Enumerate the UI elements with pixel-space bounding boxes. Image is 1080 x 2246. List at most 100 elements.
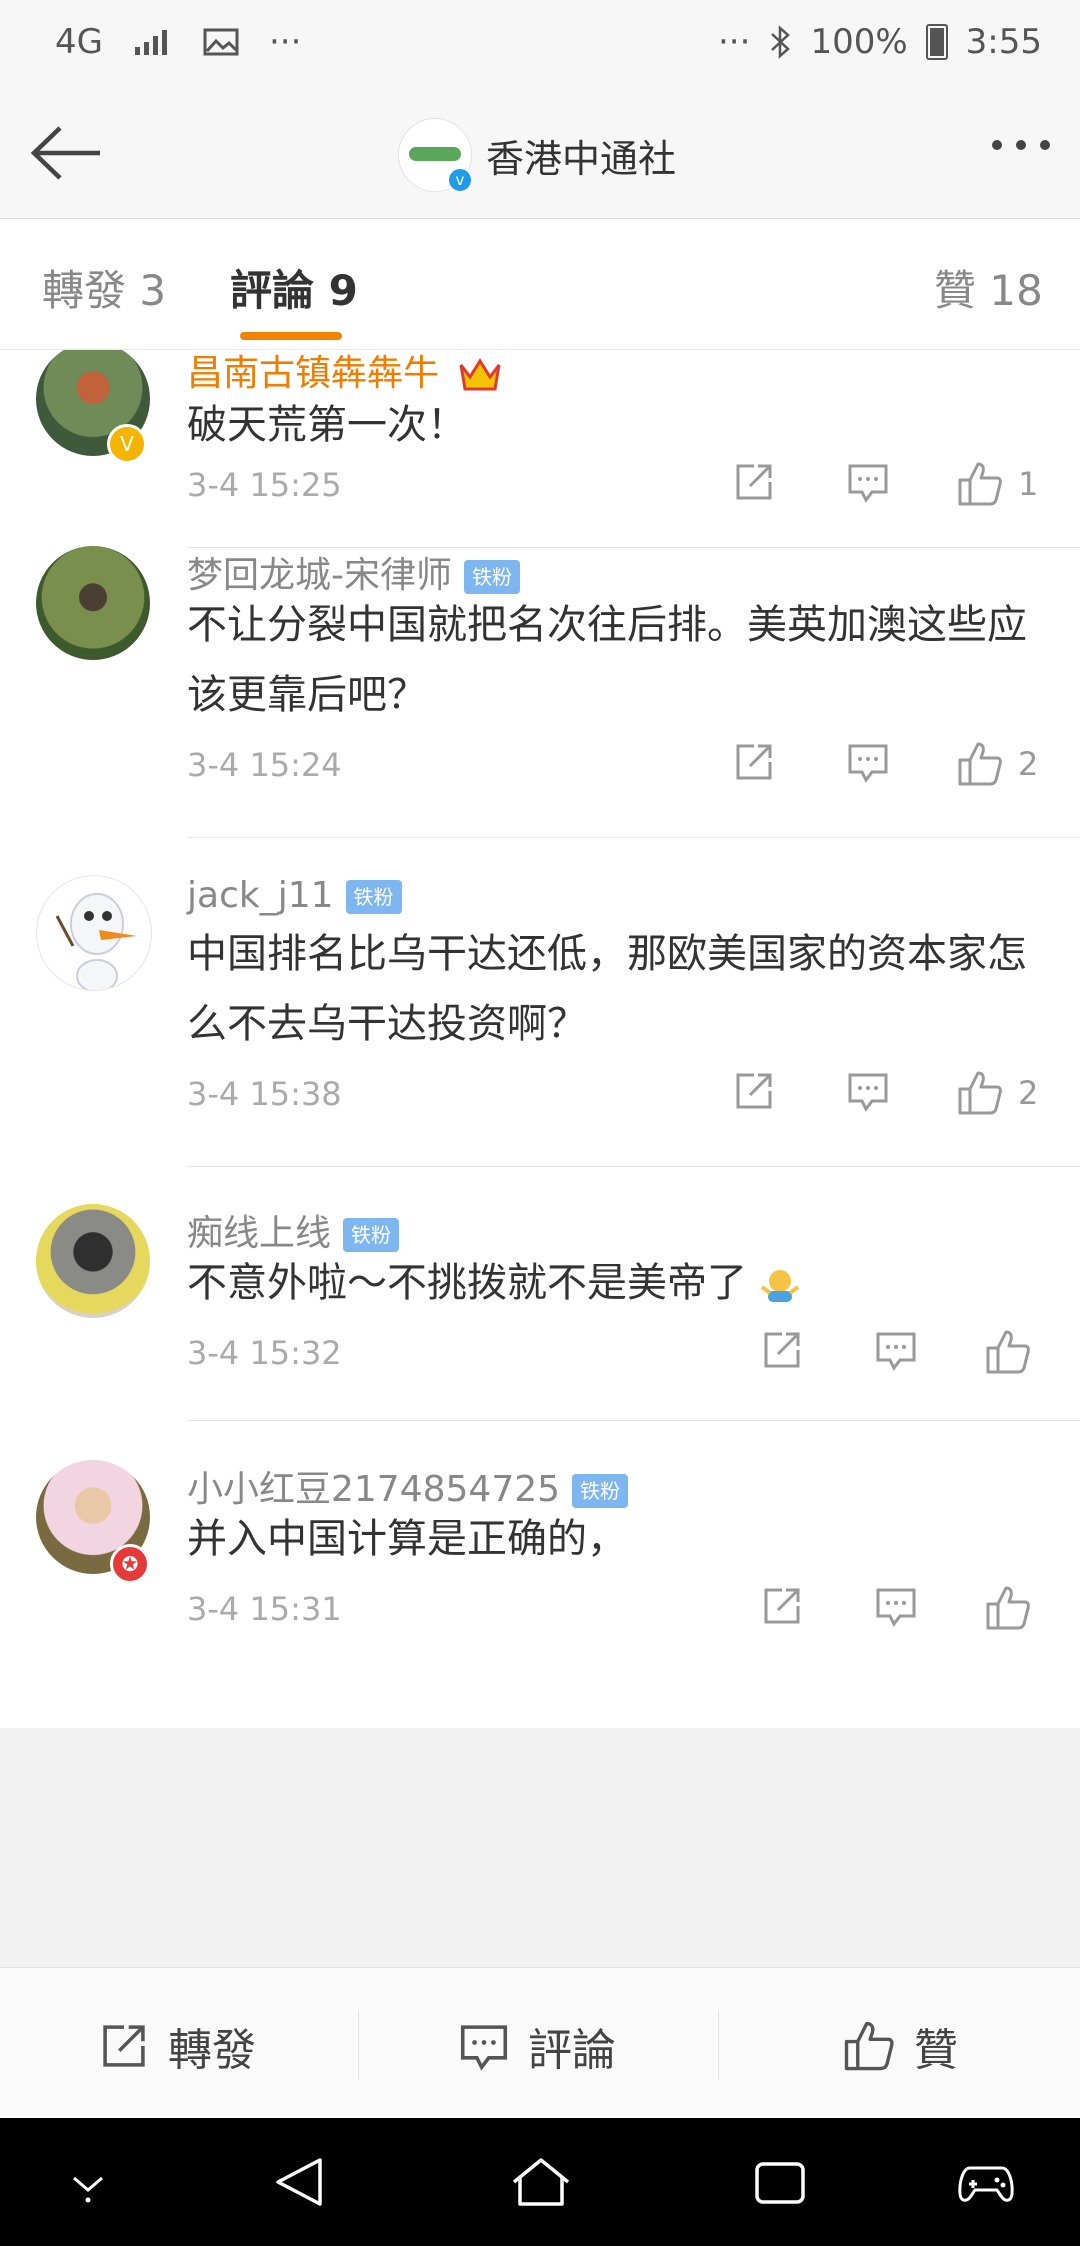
repost-button[interactable] (760, 1328, 804, 1372)
repost-button[interactable] (760, 1584, 804, 1628)
thumbs-up-icon (958, 742, 1002, 786)
comment-text: 中国排名比乌干达还低，那欧美国家的资本家怎么不去乌干达投资啊？ (187, 931, 1027, 1047)
shrug-emoji-icon (760, 1270, 799, 1302)
comment-text: 不让分裂中国就把名次往后排。美英加澳这些应该更靠后吧？ (187, 602, 1027, 718)
account-logo (409, 147, 461, 161)
comment-text: 破天荒第一次！ (187, 402, 467, 448)
tab-likes[interactable]: 贊 18 (934, 257, 1043, 318)
repost-icon (736, 1073, 772, 1109)
thumbs-up-icon (958, 462, 1002, 506)
system-navigation-bar (0, 2118, 1080, 2246)
recents-icon (755, 2162, 805, 2204)
battery-percent: 100% (810, 22, 908, 62)
avatar[interactable] (36, 1204, 150, 1318)
avatar[interactable] (36, 875, 152, 991)
comment-text: 不意外啦～不挑拨就不是美帝了 (187, 1248, 1046, 1318)
like-button[interactable]: 2 (956, 1069, 1038, 1117)
reply-button[interactable] (874, 1328, 918, 1372)
like-action-button[interactable]: 贊 (842, 2014, 958, 2078)
reply-button[interactable] (846, 1069, 890, 1113)
thumbs-up-icon (844, 2021, 894, 2071)
thumbs-up-icon (986, 1330, 1030, 1374)
like-button[interactable]: 1 (956, 460, 1038, 508)
hide-keyboard-button[interactable] (66, 2152, 110, 2216)
reply-button[interactable] (846, 740, 890, 784)
username-text: 昌南古镇犇犇牛 (187, 353, 440, 394)
tab-comments[interactable]: 評論 9 (230, 257, 358, 318)
snowman-avatar-image (55, 893, 137, 990)
game-mode-button[interactable] (956, 2152, 1016, 2216)
status-bar: 4G ··· ··· 100% 3:55 (0, 0, 1080, 90)
more-icon (992, 140, 1002, 150)
comment-username[interactable]: jack_j11 铁粉 (187, 875, 402, 916)
tab-reposts[interactable]: 轉發 3 (42, 257, 166, 318)
chevron-down-icon (73, 2176, 103, 2203)
comment-time: 3-4 15:31 (187, 1590, 342, 1628)
comment-icon (848, 464, 888, 503)
bottom-action-bar: 轉發 評論 贊 (0, 1967, 1080, 2118)
repost-label: 轉發 (168, 2025, 256, 2076)
fan-tag: 铁粉 (343, 1218, 400, 1252)
like-count: 1 (1018, 465, 1039, 503)
reply-button[interactable] (846, 460, 890, 504)
more-options-button[interactable] (992, 140, 1050, 150)
image-icon (203, 28, 239, 56)
verified-badge-icon: v (447, 167, 473, 193)
system-home-button[interactable] (510, 2152, 572, 2216)
system-back-button[interactable] (272, 2152, 326, 2216)
repost-icon (103, 2025, 145, 2067)
repost-action-button[interactable]: 轉發 (98, 2014, 256, 2078)
comment-time: 3-4 15:25 (187, 466, 342, 504)
repost-button[interactable] (732, 460, 776, 504)
divider (187, 1166, 1080, 1167)
fan-tag: 铁粉 (345, 880, 402, 914)
comment-time: 3-4 15:24 (187, 746, 342, 784)
back-arrow-icon (30, 126, 100, 180)
repost-icon (764, 1332, 800, 1368)
comment-icon (876, 1332, 916, 1371)
battery-icon (925, 24, 948, 60)
fan-tag: 铁粉 (572, 1474, 629, 1508)
repost-button[interactable] (732, 1069, 776, 1113)
home-icon (512, 2158, 570, 2206)
member-badge-icon: ✪ (110, 1544, 150, 1584)
account-avatar[interactable]: v (398, 118, 473, 193)
comment-list[interactable]: V 昌南古镇犇犇牛 破天荒第一次！ 3-4 15:25 1 梦回龙城-宋律师 铁… (0, 350, 1080, 1728)
status-more: ··· (718, 22, 751, 62)
comment-icon (848, 1073, 888, 1112)
like-button[interactable]: 2 (956, 740, 1038, 788)
repost-button[interactable] (732, 740, 776, 784)
comment-text-content: 不意外啦～不挑拨就不是美帝了 (187, 1260, 747, 1306)
like-count: 2 (1018, 1074, 1039, 1112)
comment-label: 評論 (528, 2025, 616, 2076)
repost-icon (736, 744, 772, 780)
more-notifications: ··· (268, 22, 302, 62)
repost-icon (736, 464, 772, 500)
comment-action-button[interactable]: 評論 (458, 2014, 616, 2078)
comment-icon (848, 744, 888, 783)
like-label: 贊 (914, 2025, 958, 2076)
reply-button[interactable] (874, 1584, 918, 1628)
like-button[interactable] (984, 1328, 1046, 1376)
active-tab-indicator (240, 332, 342, 340)
page-title[interactable]: 香港中通社 (486, 128, 676, 183)
divider (187, 837, 1080, 838)
gamepad-icon (958, 2166, 1014, 2202)
system-recents-button[interactable] (752, 2152, 808, 2216)
fan-tag: 铁粉 (464, 560, 520, 594)
comment-time: 3-4 15:38 (187, 1075, 342, 1113)
comment-time: 3-4 15:32 (187, 1334, 342, 1372)
divider (187, 1420, 1080, 1421)
top-nav-bar: v 香港中通社 (0, 90, 1080, 219)
repost-icon (764, 1588, 800, 1624)
signal-icon (134, 30, 167, 55)
bluetooth-icon (771, 25, 791, 59)
tab-bar: 轉發 3 評論 9 贊 18 (0, 219, 1080, 350)
like-button[interactable] (984, 1584, 1046, 1632)
clock: 3:55 (965, 22, 1042, 62)
comment-text: 并入中国计算是正确的， (187, 1516, 627, 1562)
avatar[interactable] (36, 546, 150, 660)
like-count: 2 (1018, 745, 1039, 783)
verified-badge-icon: V (107, 424, 147, 464)
back-button[interactable] (26, 118, 106, 188)
